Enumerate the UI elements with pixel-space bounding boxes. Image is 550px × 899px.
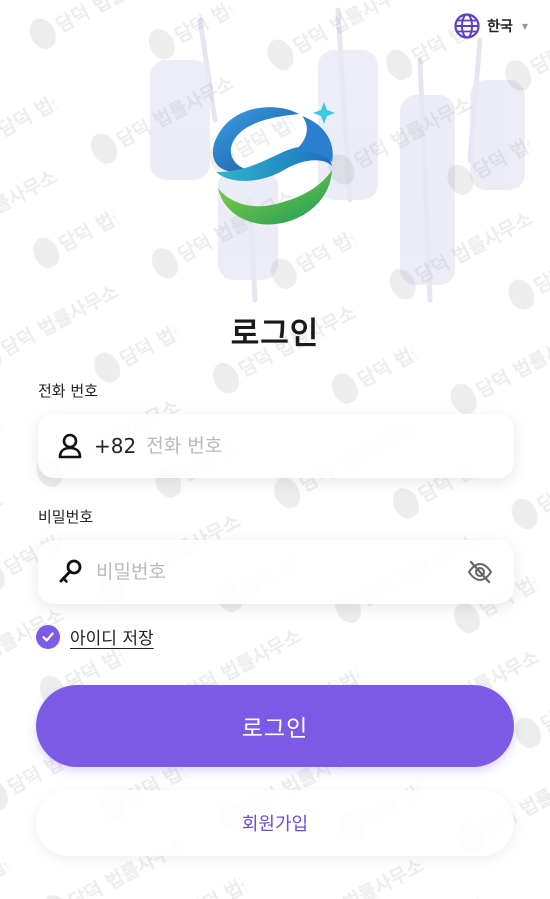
page-title: 로그인 (230, 316, 320, 352)
password-input-box[interactable] (38, 540, 514, 604)
checkmark-icon (36, 624, 60, 649)
password-field-label: 비밀번호 (38, 508, 94, 526)
login-screen: 한국 ▼ 로그인 전화 번호 +82 전화 번호 비밀번호 아이디 저장 로그인… (0, 0, 550, 899)
app-logo (212, 102, 335, 225)
phone-field-label: 전화 번호 (38, 382, 98, 400)
chevron-down-icon: ▼ (521, 21, 528, 31)
eye-off-icon[interactable] (466, 558, 494, 586)
phone-input[interactable] (144, 434, 514, 458)
remember-id-label: 아이디 저장 (70, 629, 154, 649)
language-selector[interactable]: 한국 ▼ (454, 10, 528, 42)
country-code-prefix: +82 (94, 434, 137, 458)
key-icon (59, 559, 82, 583)
language-label: 한국 (487, 19, 513, 35)
signup-button[interactable]: 회원가입 (36, 790, 514, 856)
login-button[interactable]: 로그인 (36, 685, 514, 767)
globe-icon (454, 13, 480, 39)
user-icon (58, 433, 82, 459)
remember-id-checkbox[interactable]: 아이디 저장 (36, 624, 154, 649)
password-input[interactable] (94, 560, 466, 584)
phone-input-box[interactable]: +82 (38, 414, 514, 478)
